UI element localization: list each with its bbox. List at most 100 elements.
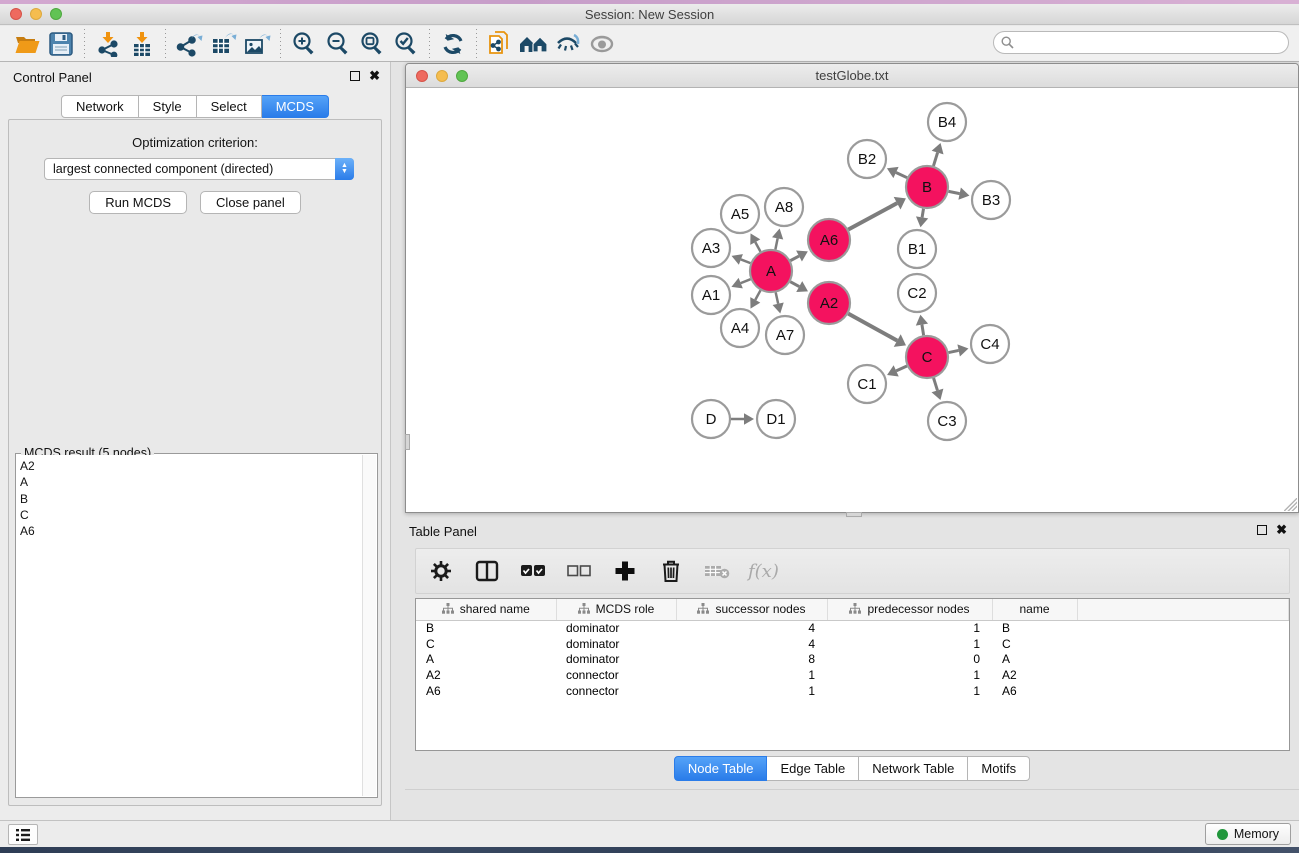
zoom-out-button[interactable] — [321, 29, 355, 59]
edge-B-B1[interactable] — [922, 209, 923, 218]
table-cell[interactable]: A6 — [992, 683, 1077, 699]
edge-B-B3[interactable] — [949, 191, 960, 193]
import-network-button[interactable] — [91, 29, 125, 59]
tab-node-table[interactable]: Node Table — [674, 756, 768, 781]
graph-node-C4[interactable]: C4 — [971, 325, 1009, 363]
graph-node-C3[interactable]: C3 — [928, 402, 966, 440]
edge-A-A4[interactable] — [755, 290, 760, 300]
table-cell[interactable]: dominator — [556, 636, 676, 652]
graph-node-A5[interactable]: A5 — [721, 195, 759, 233]
table-cell[interactable]: A2 — [992, 667, 1077, 683]
table-cell[interactable]: 1 — [827, 636, 992, 652]
edge-A-A7[interactable] — [776, 292, 778, 303]
table-cell[interactable]: connector — [556, 683, 676, 699]
graph-node-B[interactable]: B — [906, 166, 948, 208]
mcds-result-item[interactable]: B — [20, 491, 362, 507]
edge-A-A6[interactable] — [790, 256, 799, 261]
graph-node-A1[interactable]: A1 — [692, 276, 730, 314]
edge-A-A5[interactable] — [755, 242, 760, 252]
graph-node-B3[interactable]: B3 — [972, 181, 1010, 219]
edge-C-C2[interactable] — [922, 325, 924, 336]
table-cell[interactable]: 8 — [676, 652, 827, 668]
table-cell[interactable]: A — [992, 652, 1077, 668]
table-cell[interactable]: 4 — [676, 636, 827, 652]
search-input[interactable] — [993, 31, 1289, 54]
close-table-panel-icon[interactable]: ✖ — [1276, 525, 1287, 535]
edge-A-A1[interactable] — [741, 279, 751, 283]
table-cell[interactable]: 1 — [676, 683, 827, 699]
edge-A-A2[interactable] — [790, 282, 799, 287]
float-panel-icon[interactable] — [350, 71, 360, 81]
edge-A-A8[interactable] — [775, 238, 777, 249]
edge-C-C3[interactable] — [934, 378, 938, 390]
import-table-button[interactable] — [125, 29, 159, 59]
splitpane-grip-left[interactable] — [405, 434, 410, 450]
mcds-result-item[interactable]: A2 — [20, 458, 362, 474]
table-cell[interactable]: 1 — [827, 667, 992, 683]
table-row[interactable]: Cdominator41C — [416, 636, 1289, 652]
column-header-mcds-role[interactable]: MCDS role — [556, 599, 676, 620]
graph-node-A6[interactable]: A6 — [808, 219, 850, 261]
first-neighbors-button[interactable] — [517, 29, 551, 59]
edge-A-A3[interactable] — [741, 259, 751, 263]
table-cell[interactable]: A6 — [416, 683, 556, 699]
graph-node-C[interactable]: C — [906, 336, 948, 378]
save-session-button[interactable] — [44, 29, 78, 59]
table-row[interactable]: A6connector11A6 — [416, 683, 1289, 699]
column-header-successor-nodes[interactable]: successor nodes — [676, 599, 827, 620]
open-file-button[interactable] — [10, 29, 44, 59]
mcds-result-item[interactable]: A6 — [20, 523, 362, 539]
graph-node-C2[interactable]: C2 — [898, 274, 936, 312]
graph-node-B2[interactable]: B2 — [848, 140, 886, 178]
float-table-panel-icon[interactable] — [1257, 525, 1267, 535]
graph-node-A[interactable]: A — [750, 250, 792, 292]
table-cell[interactable]: 1 — [827, 683, 992, 699]
zoom-fit-button[interactable] — [355, 29, 389, 59]
table-row[interactable]: A2connector11A2 — [416, 667, 1289, 683]
table-cell[interactable]: C — [992, 636, 1077, 652]
network-graph[interactable]: B4B2BB3A8A5A6A3B1AA1C2A2A4A7C4CC1DD1C3 — [406, 89, 1298, 512]
table-cell[interactable]: 0 — [827, 652, 992, 668]
edge-A2-C[interactable] — [848, 314, 897, 341]
show-task-history-button[interactable] — [8, 824, 38, 845]
edge-A6-B[interactable] — [848, 203, 897, 229]
edge-C-C1[interactable] — [896, 366, 907, 371]
show-all-button[interactable] — [585, 29, 619, 59]
column-header-predecessor-nodes[interactable]: predecessor nodes — [827, 599, 992, 620]
close-panel-icon[interactable]: ✖ — [369, 71, 380, 81]
graph-node-C1[interactable]: C1 — [848, 365, 886, 403]
network-canvas[interactable]: B4B2BB3A8A5A6A3B1AA1C2A2A4A7C4CC1DD1C3 — [406, 89, 1298, 512]
table-settings-button[interactable] — [426, 554, 456, 588]
tab-style[interactable]: Style — [139, 95, 197, 118]
column-header-name[interactable]: name — [992, 599, 1077, 620]
table-cell[interactable]: 1 — [827, 620, 992, 636]
delete-column-button[interactable] — [656, 554, 686, 588]
graph-node-A8[interactable]: A8 — [765, 188, 803, 226]
graph-node-A2[interactable]: A2 — [808, 282, 850, 324]
mcds-result-item[interactable]: C — [20, 507, 362, 523]
add-column-button[interactable] — [610, 554, 640, 588]
mcds-result-item[interactable]: A — [20, 474, 362, 490]
select-all-columns-button[interactable] — [518, 554, 548, 588]
export-image-button[interactable] — [240, 29, 274, 59]
optimization-criterion-select[interactable]: largest connected component (directed) ▲… — [44, 158, 354, 180]
graph-node-A4[interactable]: A4 — [721, 309, 759, 347]
clone-network-button[interactable] — [483, 29, 517, 59]
graph-node-B4[interactable]: B4 — [928, 103, 966, 141]
close-panel-button[interactable]: Close panel — [200, 191, 301, 214]
zoom-selected-button[interactable] — [389, 29, 423, 59]
mcds-result-scrollbar[interactable] — [362, 455, 376, 796]
tab-edge-table[interactable]: Edge Table — [767, 756, 859, 781]
graph-node-A3[interactable]: A3 — [692, 229, 730, 267]
graph-node-D[interactable]: D — [692, 400, 730, 438]
export-network-button[interactable] — [172, 29, 206, 59]
tab-network-table[interactable]: Network Table — [859, 756, 968, 781]
graph-node-D1[interactable]: D1 — [757, 400, 795, 438]
zoom-in-button[interactable] — [287, 29, 321, 59]
node-attribute-table[interactable]: shared nameMCDS rolesuccessor nodesprede… — [415, 598, 1290, 751]
mcds-result-list[interactable]: A2ABCA6 — [17, 455, 362, 796]
table-cell[interactable]: connector — [556, 667, 676, 683]
table-row[interactable]: Adominator80A — [416, 652, 1289, 668]
refresh-layout-button[interactable] — [436, 29, 470, 59]
edge-B-B4[interactable] — [933, 153, 937, 166]
